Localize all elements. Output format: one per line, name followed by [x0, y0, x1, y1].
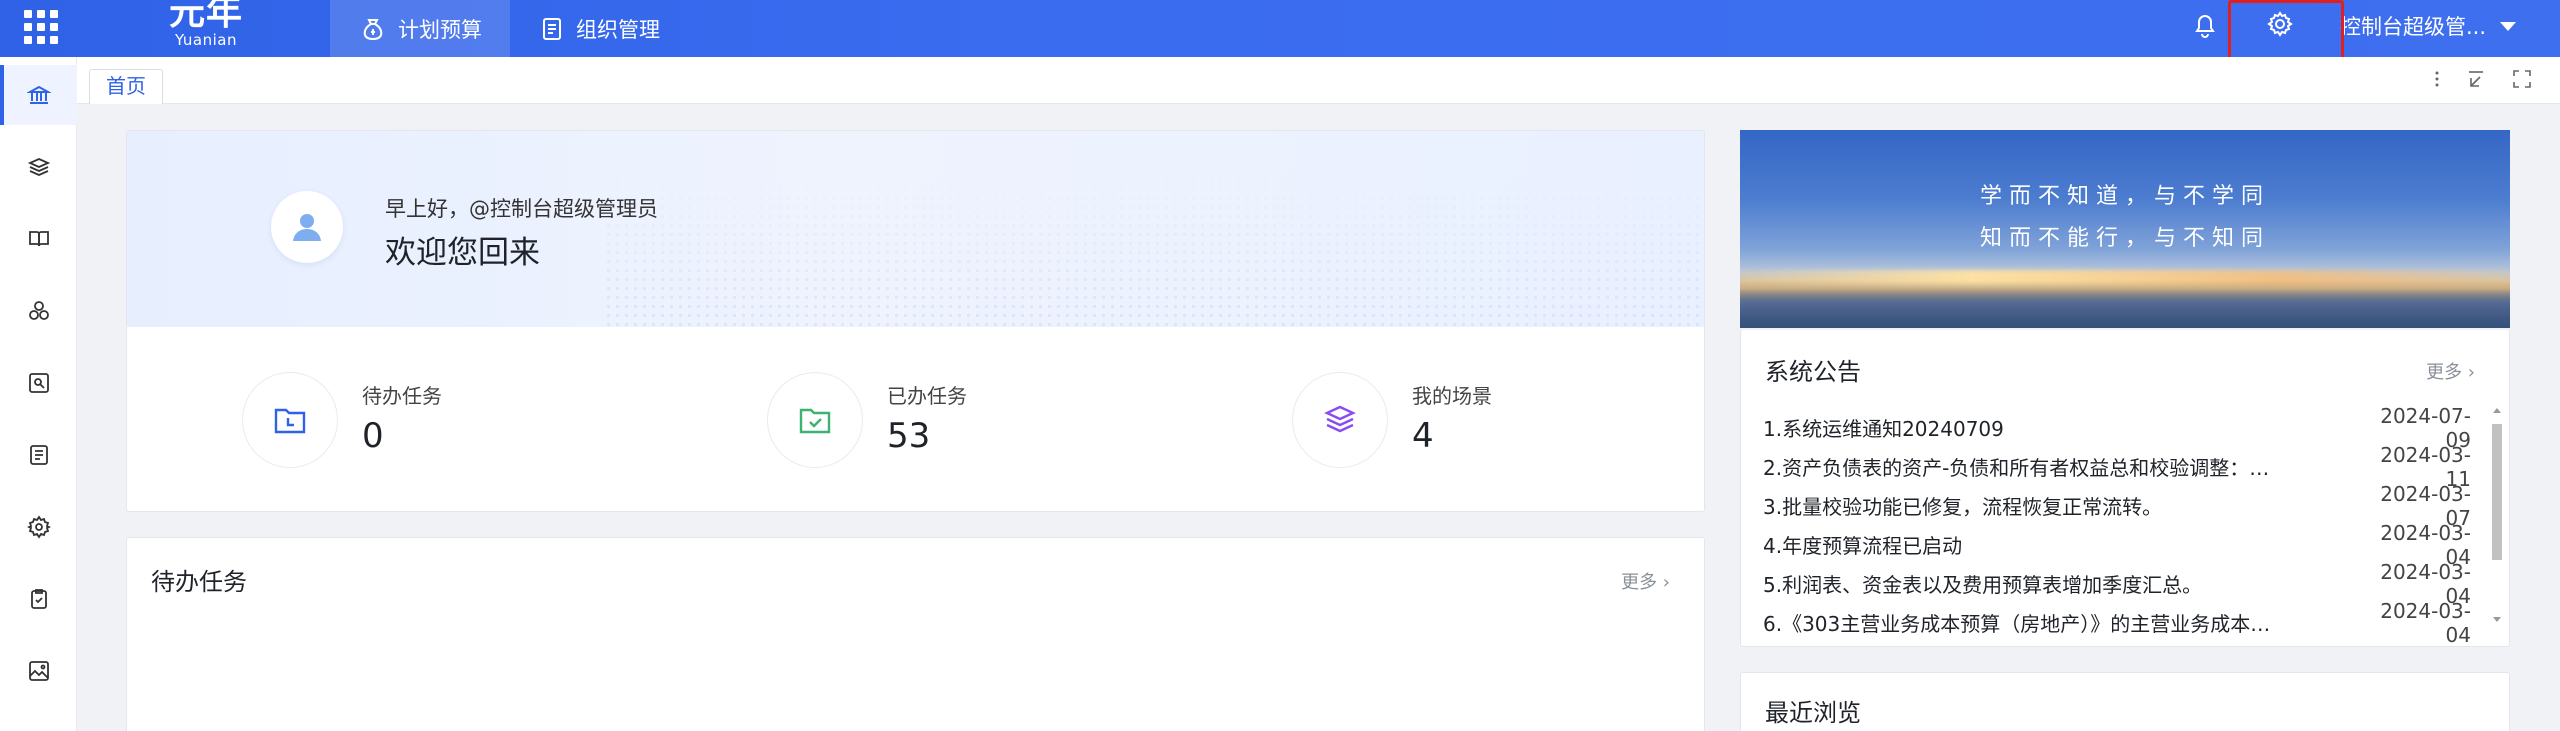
stat-done-icon-wrap [767, 372, 863, 468]
tab-home[interactable]: 首页 [89, 69, 163, 104]
logo-text-en: Yuanian [174, 31, 237, 49]
main-nav: 计划预算 组织管理 [330, 0, 688, 57]
notice-item-title: 2.资产负债表的资产-负债和所有者权益总和校验调整：… [1763, 456, 2270, 480]
notice-card: 系统公告 更多 › 1.系统运维通知20240709 2024-07-09 2.… [1740, 330, 2510, 647]
tab-tools [2434, 69, 2532, 89]
greeting-text: 早上好，@控制台超级管理员 [385, 197, 658, 221]
sidebar-item-bank[interactable] [0, 65, 77, 125]
todo-more-link[interactable]: 更多 › [1621, 568, 1670, 594]
layers-icon [27, 158, 50, 176]
clipboard-icon [30, 589, 47, 609]
scroll-thumb[interactable] [2492, 424, 2502, 560]
bank-icon [26, 85, 51, 104]
stat-todo-icon-wrap [242, 372, 338, 468]
stat-todo-label: 待办任务 [362, 384, 442, 408]
notice-item-title: 4.年度预算流程已启动 [1763, 534, 1963, 558]
sidebar [0, 57, 77, 731]
caret-down-icon [2500, 21, 2517, 31]
scroll-up-icon[interactable] [2493, 408, 2501, 413]
stat-done-value: 53 [887, 416, 931, 456]
notice-item-date: 2024-03-04 [2380, 598, 2471, 647]
document-icon [543, 17, 561, 40]
notice-item[interactable]: 2.资产负债表的资产-负债和所有者权益总和校验调整：… 2024-03-11 [1763, 443, 2471, 491]
bell-icon[interactable] [2192, 11, 2218, 39]
sidebar-item-book[interactable] [0, 209, 77, 269]
stat-scenes-value: 4 [1412, 416, 1434, 456]
notice-item-title: 5.利润表、资金表以及费用预算表增加季度汇总。 [1763, 573, 2203, 597]
stat-scenes-icon-wrap [1292, 372, 1388, 468]
notice-scrollbar[interactable] [2490, 406, 2504, 624]
banner-clouds [1740, 280, 2510, 328]
recent-card: 最近浏览 [1740, 672, 2510, 731]
logo-text-cn: 元年 [168, 0, 243, 33]
notice-more-link[interactable]: 更多 › [2426, 358, 2475, 384]
sidebar-item-clipboard[interactable] [0, 569, 77, 629]
nav-plan-budget[interactable]: 计划预算 [330, 0, 510, 57]
collapse-icon[interactable] [2466, 69, 2486, 89]
avatar[interactable] [271, 191, 343, 263]
landscape-icon [28, 661, 49, 681]
open-book-icon [28, 231, 49, 247]
stat-scenes-label: 我的场景 [1412, 384, 1492, 408]
more-vertical-icon[interactable] [2434, 69, 2440, 89]
money-bag-icon [363, 18, 383, 40]
scroll-down-icon[interactable] [2493, 617, 2501, 622]
layers-icon [1324, 405, 1356, 433]
welcome-header: 早上好，@控制台超级管理员 欢迎您回来 [127, 131, 1704, 327]
sidebar-item-list-doc[interactable] [0, 425, 77, 485]
todo-title: 待办任务 [151, 568, 247, 596]
motto-banner: 学而不知道，与不学同 知而不能行，与不知同 [1740, 130, 2510, 328]
todo-card: 待办任务 更多 › [126, 537, 1705, 731]
sidebar-item-cubes[interactable] [0, 281, 77, 341]
folder-clock-icon [274, 408, 306, 434]
notice-title: 系统公告 [1765, 358, 1861, 386]
user-name: 控制台超级管... [2340, 15, 2487, 39]
folder-check-icon [799, 408, 831, 434]
notice-item[interactable]: 6.《303主营业务成本预算（房地产）》的主营业务成本… 2024-03-04 [1763, 599, 2471, 647]
brand-logo[interactable]: 元年 Yuanian [160, 0, 252, 54]
notice-item[interactable]: 5.利润表、资金表以及费用预算表增加季度汇总。 2024-03-04 [1763, 560, 2471, 608]
motto-line-1: 学而不知道，与不学同 [1979, 184, 2270, 209]
user-icon [293, 214, 321, 241]
motto-line-2: 知而不能行，与不知同 [1979, 226, 2270, 251]
welcome-card: 早上好，@控制台超级管理员 欢迎您回来 待办任务 0 已办任务 53 我的场景 … [126, 130, 1705, 512]
user-menu[interactable]: 控制台超级管... [2340, 0, 2517, 52]
notice-item[interactable]: 1.系统运维通知20240709 2024-07-09 [1763, 404, 2471, 452]
fullscreen-icon[interactable] [2512, 69, 2532, 89]
welcome-title: 欢迎您回来 [385, 235, 540, 271]
sidebar-item-layers[interactable] [0, 137, 77, 197]
notice-item-title: 6.《303主营业务成本预算（房地产）》的主营业务成本… [1763, 612, 2271, 636]
nav-org-management[interactable]: 组织管理 [510, 0, 688, 57]
cubes-icon [28, 301, 49, 320]
stat-todo-value: 0 [362, 416, 384, 456]
gear-icon [26, 515, 51, 539]
image-search-icon [28, 373, 49, 393]
sidebar-item-image-search[interactable] [0, 353, 77, 413]
notice-list: 1.系统运维通知20240709 2024-07-09 2.资产负债表的资产-负… [1763, 404, 2471, 647]
nav-plan-budget-label: 计划预算 [398, 17, 482, 42]
sidebar-item-landscape[interactable] [0, 641, 77, 701]
notice-item-title: 3.批量校验功能已修复，流程恢复正常流转。 [1763, 495, 2163, 519]
top-bar: 元年 Yuanian 计划预算 组织管理 控制台超级管... [0, 0, 2560, 57]
notice-item-title: 1.系统运维通知20240709 [1763, 417, 2004, 441]
notice-item[interactable]: 4.年度预算流程已启动 2024-03-04 [1763, 521, 2471, 569]
apps-grid-icon[interactable] [22, 8, 58, 44]
decorative-dots [604, 131, 1704, 327]
list-doc-icon [29, 445, 48, 465]
sidebar-item-settings[interactable] [0, 497, 77, 557]
tab-strip: 首页 [77, 57, 2560, 104]
stat-done-label: 已办任务 [887, 384, 967, 408]
recent-title: 最近浏览 [1765, 699, 1861, 727]
nav-org-management-label: 组织管理 [576, 17, 660, 42]
notice-item[interactable]: 3.批量校验功能已修复，流程恢复正常流转。 2024-03-07 [1763, 482, 2471, 530]
